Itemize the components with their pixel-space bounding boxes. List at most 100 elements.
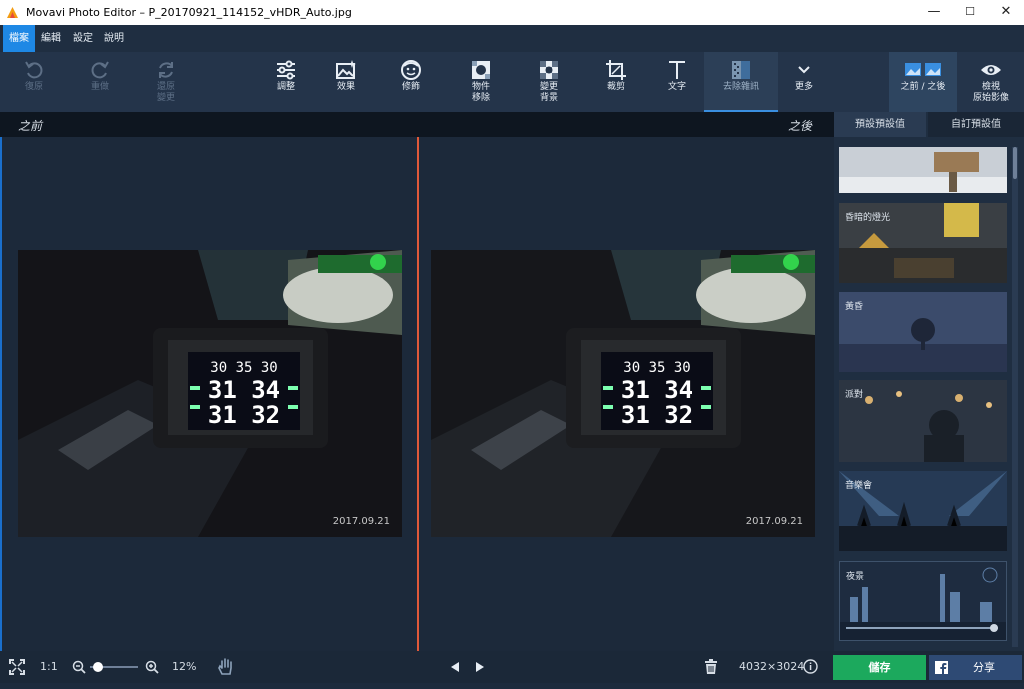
view-original-label-1: 檢視 — [981, 82, 1000, 92]
before-caption: 之前 — [18, 119, 43, 133]
preset-thumbnail — [839, 292, 1007, 372]
pan-hand-button[interactable] — [218, 651, 234, 683]
preset-label-party: 派對 — [845, 390, 864, 400]
change-background-icon — [540, 61, 558, 79]
menu-help[interactable]: 說明 — [98, 25, 130, 52]
undo-icon — [25, 61, 43, 79]
menu-file[interactable]: 檔案 — [3, 25, 35, 52]
info-icon — [803, 659, 818, 674]
preset-item-party[interactable]: 派對 — [839, 380, 1007, 462]
crop-label: 裁剪 — [606, 82, 625, 92]
zoom-out-icon — [72, 660, 86, 674]
zoom-slider[interactable] — [90, 651, 140, 683]
revert-label-1: 還原 — [156, 82, 175, 92]
share-label: 分享 — [973, 661, 995, 674]
preset-tabs: 預設預設值 自訂預設值 — [834, 112, 1024, 137]
svg-text:31 34: 31 34 — [621, 376, 693, 404]
status-bar: 1:1 12% 4032×3024 儲存 分享 — [0, 651, 1024, 683]
next-image-button[interactable] — [474, 651, 486, 683]
preset-thumbnail — [839, 380, 1007, 462]
text-label: 文字 — [667, 82, 686, 92]
before-after-button[interactable]: 之前 / 之後 — [889, 52, 957, 112]
more-label: 更多 — [794, 82, 813, 92]
preset-thumbnail — [839, 147, 1007, 193]
photo-canvas[interactable]: 30 35 30 31 34 31 32 2017.09.21 30 35 30… — [0, 137, 834, 651]
prev-image-button[interactable] — [449, 651, 461, 683]
menu-settings[interactable]: 設定 — [67, 25, 99, 52]
zoom-percent: 12% — [172, 660, 197, 673]
after-caption: 之後 — [788, 119, 813, 133]
view-original-button[interactable]: 檢視 原始影像 — [966, 52, 1016, 112]
movavi-logo-icon — [7, 7, 18, 18]
after-photo-date: 2017.09.21 — [745, 516, 803, 527]
more-button[interactable]: 更多 — [784, 52, 824, 112]
crop-icon — [606, 60, 626, 80]
preset-label-dim-light: 昏暗的燈光 — [845, 213, 891, 223]
before-photo-date: 2017.09.21 — [332, 516, 390, 527]
before-photo: 30 35 30 31 34 31 32 2017.09.21 — [18, 250, 402, 537]
text-button[interactable]: 文字 — [657, 52, 697, 112]
hand-icon — [218, 658, 232, 675]
adjust-button[interactable]: 調整 — [266, 52, 306, 112]
photo-before-image: 30 35 30 31 34 31 32 — [18, 250, 402, 537]
zoom-out-button[interactable] — [72, 651, 86, 683]
before-after-label: 之前 / 之後 — [900, 82, 946, 92]
preset-item[interactable] — [839, 147, 1007, 193]
object-removal-label-1: 物件 — [471, 82, 490, 92]
preset-label-concert: 音樂會 — [845, 481, 873, 491]
tab-default-presets[interactable]: 預設預設值 — [834, 112, 926, 137]
image-dimensions: 4032×3024 — [739, 660, 805, 673]
save-button[interactable]: 儲存 — [833, 655, 926, 680]
redo-label: 重做 — [90, 82, 109, 92]
fullscreen-icon — [9, 659, 25, 675]
denoise-button[interactable]: 去除雜訊 — [704, 52, 778, 112]
preset-item-night-scene[interactable]: 夜景 — [839, 561, 1007, 641]
change-background-label-1: 變更 — [539, 82, 558, 92]
share-button[interactable]: 分享 — [929, 655, 1022, 680]
retouch-label: 修飾 — [401, 82, 420, 92]
delete-button[interactable] — [704, 651, 718, 683]
object-removal-icon — [472, 61, 490, 79]
preset-item-dusk[interactable]: 黃昏 — [839, 292, 1007, 372]
menu-edit[interactable]: 編輯 — [35, 25, 67, 52]
tab-custom-presets[interactable]: 自訂預設值 — [928, 112, 1024, 137]
presets-panel: 預設預設值 自訂預設值 昏暗的燈光 黃昏 派對 音樂會 夜景 — [834, 112, 1024, 651]
revert-button[interactable]: 還原 變更 — [146, 52, 186, 112]
change-background-button[interactable]: 變更 背景 — [529, 52, 569, 112]
fit-screen-button[interactable] — [9, 651, 25, 683]
triangle-right-icon — [476, 662, 484, 672]
minimize-button[interactable]: — — [916, 0, 952, 25]
zoom-in-icon — [145, 660, 159, 674]
maximize-button[interactable]: ☐ — [952, 0, 988, 25]
svg-text:30 35 30: 30 35 30 — [210, 360, 277, 376]
facebook-icon — [935, 661, 948, 674]
redo-icon — [91, 61, 109, 79]
effects-button[interactable]: 效果 — [326, 52, 366, 112]
title-bar: Movavi Photo Editor – P_20170921_114152_… — [0, 0, 1024, 25]
undo-label: 復原 — [24, 82, 43, 92]
text-icon — [669, 61, 685, 79]
object-removal-label-2: 移除 — [471, 93, 490, 103]
trash-icon — [705, 659, 717, 674]
info-button[interactable] — [803, 651, 818, 683]
revert-icon — [159, 62, 173, 78]
retouch-button[interactable]: 修飾 — [391, 52, 431, 112]
scrollbar-thumb[interactable] — [1013, 147, 1017, 179]
svg-text:31 34: 31 34 — [208, 376, 280, 404]
presets-scrollbar[interactable] — [1012, 147, 1018, 647]
zoom-in-button[interactable] — [145, 651, 159, 683]
after-photo: 30 35 30 31 34 31 32 2017.09.21 — [431, 250, 815, 537]
close-button[interactable]: ✕ — [988, 0, 1024, 25]
redo-button[interactable]: 重做 — [80, 52, 120, 112]
preset-item-concert[interactable]: 音樂會 — [839, 471, 1007, 551]
sliders-icon — [277, 60, 295, 80]
preset-item-dim-light[interactable]: 昏暗的燈光 — [839, 203, 1007, 283]
undo-button[interactable]: 復原 — [14, 52, 54, 112]
face-icon — [401, 60, 421, 80]
crop-button[interactable]: 裁剪 — [596, 52, 636, 112]
object-removal-button[interactable]: 物件 移除 — [461, 52, 501, 112]
window-title: Movavi Photo Editor – P_20170921_114152_… — [26, 6, 352, 19]
zoom-slider-thumb[interactable] — [93, 662, 103, 672]
compare-divider-handle[interactable] — [417, 137, 419, 651]
zoom-1to1-button[interactable]: 1:1 — [40, 651, 58, 683]
